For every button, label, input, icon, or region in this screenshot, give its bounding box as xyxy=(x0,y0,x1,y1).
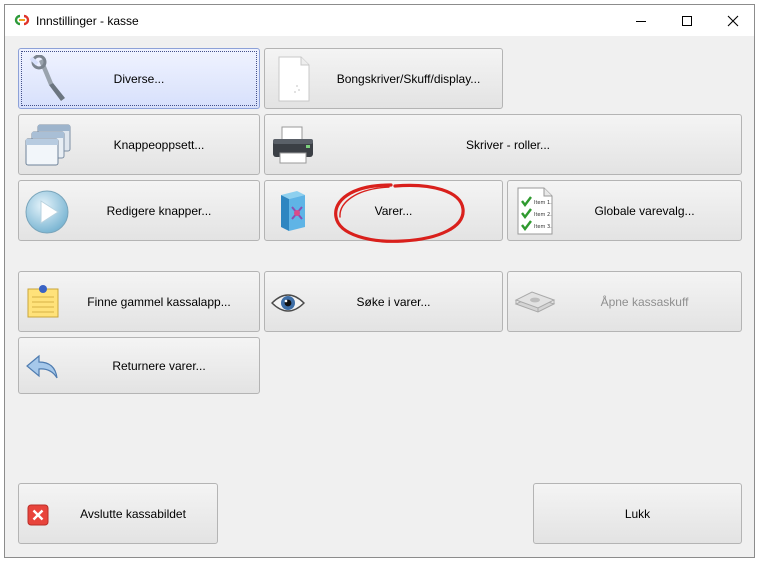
document-icon xyxy=(278,56,310,102)
play-icon xyxy=(25,190,69,234)
diverse-label: Diverse... xyxy=(113,71,165,86)
minimize-button[interactable] xyxy=(618,5,664,36)
money-stack-icon xyxy=(514,291,556,313)
finne-kassalapp-button[interactable]: Finne gammel kassalapp... xyxy=(18,271,260,332)
window-title: Innstillinger - kasse xyxy=(36,14,139,28)
wrench-icon xyxy=(29,55,65,101)
soke-varer-button[interactable]: Søke i varer... xyxy=(264,271,503,332)
checklist-item-3: Item 3. xyxy=(534,224,552,230)
redigere-knapper-label: Redigere knapper... xyxy=(106,203,212,218)
returnere-varer-label: Returnere varer... xyxy=(112,358,206,373)
windows-icon xyxy=(25,124,71,166)
printer-icon xyxy=(273,126,313,164)
bongskriver-label: Bongskriver/Skuff/display... xyxy=(336,71,481,86)
returnere-varer-button[interactable]: Returnere varer... xyxy=(18,337,260,394)
varer-label: Varer... xyxy=(374,203,413,218)
bongskriver-button[interactable]: Bongskriver/Skuff/display... xyxy=(264,48,503,109)
maximize-button[interactable] xyxy=(664,5,710,36)
knappeoppsett-button[interactable]: Knappeoppsett... xyxy=(18,114,260,175)
title-bar[interactable]: Innstillinger - kasse xyxy=(5,5,754,36)
notepad-icon xyxy=(27,285,59,318)
avslutte-kassabildet-button[interactable]: Avslutte kassabildet xyxy=(18,483,218,544)
checklist-item-2: Item 2. xyxy=(534,212,552,218)
minimize-icon xyxy=(636,21,646,22)
apne-kassaskuff-label: Åpne kassaskuff xyxy=(600,294,689,309)
skriver-roller-label: Skriver - roller... xyxy=(465,137,550,152)
checklist-icon: Item 1. Item 2. Item 3. xyxy=(517,187,553,235)
apne-kassaskuff-button[interactable]: Åpne kassaskuff xyxy=(507,271,742,332)
lukk-label: Lukk xyxy=(624,506,651,521)
diverse-button[interactable]: Diverse... xyxy=(18,48,260,109)
close-red-icon xyxy=(27,504,49,526)
varer-button[interactable]: Varer... xyxy=(264,180,503,241)
knappeoppsett-label: Knappeoppsett... xyxy=(113,137,205,152)
close-button[interactable] xyxy=(710,5,756,36)
app-logo-icon xyxy=(14,14,30,26)
back-arrow-icon xyxy=(26,354,58,379)
skriver-roller-button[interactable]: Skriver - roller... xyxy=(264,114,742,175)
product-box-icon xyxy=(281,191,305,231)
lukk-button[interactable]: Lukk xyxy=(533,483,742,544)
globale-varevalg-button[interactable]: Item 1. Item 2. Item 3. Globale varevalg… xyxy=(507,180,742,241)
avslutte-kassabildet-label: Avslutte kassabildet xyxy=(80,506,186,521)
globale-varevalg-label: Globale varevalg... xyxy=(594,203,695,218)
finne-kassalapp-label: Finne gammel kassalapp... xyxy=(87,294,231,309)
eye-icon xyxy=(271,294,305,312)
maximize-icon xyxy=(682,16,692,26)
redigere-knapper-button[interactable]: Redigere knapper... xyxy=(18,180,260,241)
close-icon xyxy=(727,15,739,27)
checklist-item-1: Item 1. xyxy=(534,200,552,206)
soke-varer-label: Søke i varer... xyxy=(356,294,431,309)
